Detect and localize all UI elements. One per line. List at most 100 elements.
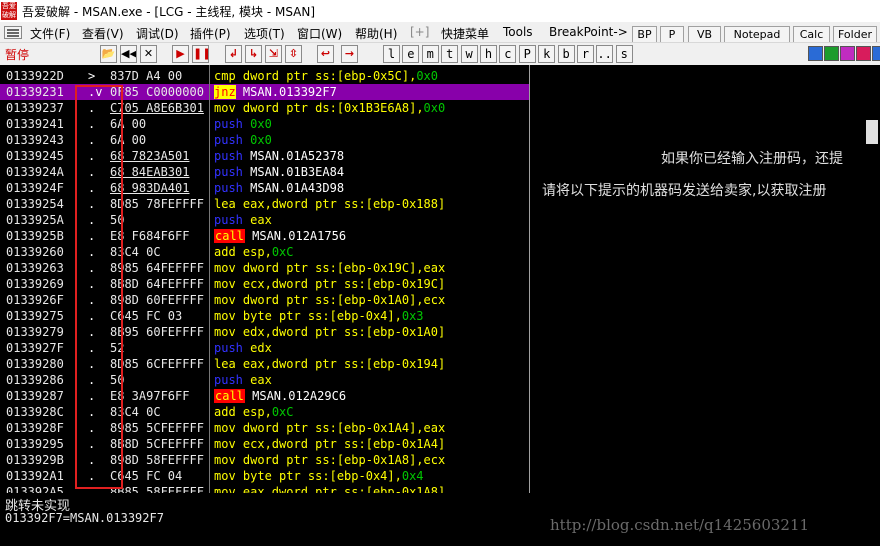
window-button-l[interactable]: l xyxy=(383,45,400,63)
instruction-mnemonic: mov xyxy=(214,293,236,307)
instruction-operand: MSAN.013392F7 xyxy=(235,85,337,99)
menu-options[interactable]: 选项(T) xyxy=(244,25,285,42)
instruction-operand: dword ptr ss:[ebp-0x1A0],ecx xyxy=(235,293,446,307)
row-hex-dump: 83C4 0C xyxy=(110,245,161,259)
row-hex-dump: 8D85 78FEFFFF xyxy=(110,197,204,211)
column-divider[interactable] xyxy=(209,65,210,493)
row-instruction: push MSAN.01B3EA84 xyxy=(214,164,526,180)
window-button-c[interactable]: c xyxy=(499,45,517,63)
row-hex-dump: 50 xyxy=(110,373,125,387)
instruction-mnemonic: push xyxy=(214,133,243,147)
execute-till-return-button[interactable]: ↩ xyxy=(317,45,334,63)
row-address: 0133922D xyxy=(6,69,64,83)
window-button-e[interactable]: e xyxy=(402,45,420,63)
menu-expand[interactable]: [+] xyxy=(410,25,429,39)
window-button-s[interactable]: s xyxy=(615,45,633,63)
window-button-k[interactable]: k xyxy=(538,45,556,63)
instruction-operand: byte ptr ss:[ebp-0x4], xyxy=(235,309,402,323)
instruction-mnemonic: call xyxy=(214,389,245,403)
instruction-operand: eax,dword ptr ss:[ebp-0x194] xyxy=(235,357,446,371)
menu-tools[interactable]: Tools xyxy=(503,25,533,39)
menu-window[interactable]: 窗口(W) xyxy=(297,25,342,42)
row-address: 0133924A xyxy=(6,165,64,179)
row-address: 01339280 xyxy=(6,357,64,371)
instruction-operand: dword ptr ds:[0x1B3E6A8] xyxy=(235,101,417,115)
overlay-scrollbar[interactable] xyxy=(866,120,878,144)
row-address: 01339295 xyxy=(6,437,64,451)
menu-plugins[interactable]: 插件(P) xyxy=(190,25,231,42)
grid-green-icon[interactable] xyxy=(824,46,839,61)
row-instruction: lea eax,dword ptr ss:[ebp-0x188] xyxy=(214,196,526,212)
go-to-address-button[interactable]: → xyxy=(341,45,358,63)
window-button-t[interactable]: t xyxy=(441,45,459,63)
row-hex-dump: 8B95 60FEFFFF xyxy=(110,325,204,339)
debug-toolbar: 暂停 📂◀◀✕ ▶❚❚ ↲↳⇲⇳ ↩ → lemtwhcPkbr...s xyxy=(0,42,880,66)
row-address: 0133926F xyxy=(6,293,64,307)
trace-into-button[interactable]: ⇲ xyxy=(265,45,282,63)
open-file-button[interactable]: 📂 xyxy=(100,45,117,63)
instruction-operand: 0x0 xyxy=(423,101,446,115)
pane-divider[interactable] xyxy=(529,65,530,493)
menu-help[interactable]: 帮助(H) xyxy=(355,25,397,42)
instruction-operand: 0x0 xyxy=(242,117,272,131)
instruction-mnemonic: push xyxy=(214,341,243,355)
row-hex-dump: 83C4 0C xyxy=(110,405,161,419)
refresh-icon[interactable] xyxy=(808,46,823,61)
row-address: 01339279 xyxy=(6,325,64,339)
step-into-button[interactable]: ↲ xyxy=(225,45,242,63)
close-process-button[interactable]: ✕ xyxy=(140,45,157,63)
menu-app-icon[interactable] xyxy=(4,26,22,39)
window-button-h[interactable]: h xyxy=(480,45,497,63)
row-address: 01339231 xyxy=(6,85,64,99)
menu-breakpoint[interactable]: BreakPoint-> xyxy=(549,25,628,39)
row-address: 0133929B xyxy=(6,453,64,467)
instruction-mnemonic: push xyxy=(214,117,243,131)
instruction-mnemonic: mov xyxy=(214,437,236,451)
instruction-operand: byte ptr ss:[ebp-0x4], xyxy=(235,469,402,483)
row-hex-dump: 6A 00 xyxy=(110,133,147,147)
row-instruction: cmp dword ptr ss:[ebp-0x5C],0x0 xyxy=(214,68,526,84)
menu-debug[interactable]: 调试(D) xyxy=(136,25,179,42)
restart-button[interactable]: ◀◀ xyxy=(120,45,137,63)
row-address: 0133928F xyxy=(6,421,64,435)
jump-target-text: 013392F7=MSAN.013392F7 xyxy=(5,511,164,525)
disasm-row[interactable]: 0133922D >837D A4 00 cmp dword ptr ss:[ebp… xyxy=(0,68,529,84)
menu-shortcuts[interactable]: 快捷菜单 xyxy=(441,25,489,42)
row-address: 01339243 xyxy=(6,133,64,147)
window-button-m[interactable]: m xyxy=(421,45,439,63)
options-grid-icon[interactable] xyxy=(872,46,880,61)
highlight-annotation-box xyxy=(75,85,123,489)
row-instruction: push edx xyxy=(214,340,526,356)
row-instruction: call MSAN.012A29C6 xyxy=(214,388,526,404)
trace-over-button[interactable]: ⇳ xyxy=(285,45,302,63)
row-address: 01339286 xyxy=(6,373,64,387)
row-instruction: mov ecx,dword ptr ss:[ebp-0x19C] xyxy=(214,276,526,292)
instruction-operand: MSAN.01A52378 xyxy=(242,149,345,163)
step-over-button[interactable]: ↳ xyxy=(245,45,262,63)
row-address: 0133927F xyxy=(6,341,64,355)
window-button-b[interactable]: b xyxy=(557,45,575,63)
row-address: 01339237 xyxy=(6,101,64,115)
menu-file[interactable]: 文件(F) xyxy=(30,25,70,42)
window-button-r[interactable]: r xyxy=(577,45,594,63)
pause-button[interactable]: ❚❚ xyxy=(192,45,209,63)
row-hex-dump: 52 xyxy=(110,341,125,355)
instruction-mnemonic: mov xyxy=(214,453,236,467)
window-button-more[interactable]: ... xyxy=(596,45,614,63)
about-a-icon[interactable] xyxy=(856,46,871,61)
row-address: 01339287 xyxy=(6,389,64,403)
instruction-operand: ecx,dword ptr ss:[ebp-0x19C] xyxy=(235,277,446,291)
row-instruction: add esp,0xC xyxy=(214,244,526,260)
row-hex-dump: 8985 64FEFFFF xyxy=(110,261,204,275)
row-instruction: mov dword ptr ss:[ebp-0x19C],eax xyxy=(214,260,526,276)
instruction-mnemonic: lea xyxy=(214,357,236,371)
window-button-w[interactable]: w xyxy=(460,45,478,63)
overlay-text-registration: 如果你已经输入注册码，还提 xyxy=(661,151,843,167)
run-button[interactable]: ▶ xyxy=(172,45,189,63)
menu-view[interactable]: 查看(V) xyxy=(82,25,124,42)
row-hex-dump: 68 983DA401 xyxy=(110,181,190,195)
sparkle-icon[interactable] xyxy=(840,46,855,61)
window-button-P[interactable]: P xyxy=(518,45,536,63)
row-instruction: mov dword ptr ss:[ebp-0x1A4],eax xyxy=(214,420,526,436)
row-address: 0133928C xyxy=(6,405,64,419)
